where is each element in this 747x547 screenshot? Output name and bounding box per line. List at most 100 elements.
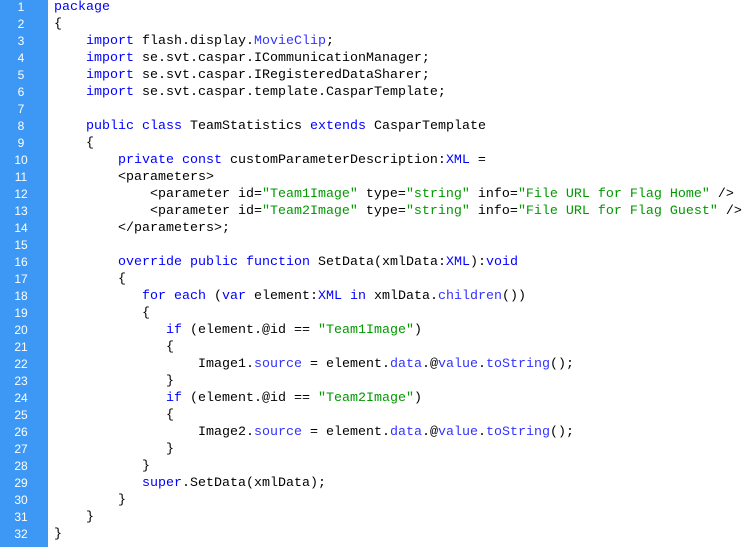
code-token: ): bbox=[469, 255, 486, 270]
line-number: 30 bbox=[14, 493, 28, 507]
code-token: value bbox=[437, 357, 478, 372]
code-line[interactable]: import se.svt.caspar.ICommunicationManag… bbox=[54, 51, 747, 68]
code-token: if bbox=[165, 323, 182, 338]
code-line[interactable] bbox=[54, 238, 747, 255]
line-number: 26 bbox=[14, 425, 28, 439]
line-number: 31 bbox=[14, 510, 28, 524]
code-token: (); bbox=[549, 357, 574, 372]
code-token: CasparTemplate bbox=[365, 119, 486, 134]
line-number: 21 bbox=[14, 340, 28, 354]
line-number: 2 bbox=[17, 17, 25, 31]
code-line[interactable]: </parameters>; bbox=[54, 221, 747, 238]
code-token: (element.@id == bbox=[181, 391, 318, 406]
code-line[interactable]: } bbox=[54, 442, 747, 459]
code-token: override public function bbox=[118, 255, 310, 270]
code-token: "Team1Image" bbox=[317, 323, 414, 338]
code-token: } bbox=[54, 527, 62, 542]
code-line[interactable] bbox=[54, 102, 747, 119]
code-line[interactable]: super.SetData(xmlData); bbox=[54, 476, 747, 493]
code-token: source bbox=[253, 425, 302, 440]
code-line[interactable]: import se.svt.caspar.template.CasparTemp… bbox=[54, 85, 747, 102]
code-line[interactable]: public class TeamStatistics extends Casp… bbox=[54, 119, 747, 136]
code-editor[interactable]: package { import flash.display.MovieClip;… bbox=[54, 0, 747, 544]
code-line[interactable]: { bbox=[54, 272, 747, 289]
code-line[interactable]: if (element.@id == "Team2Image") bbox=[54, 391, 747, 408]
code-line[interactable]: } bbox=[54, 459, 747, 476]
line-number: 28 bbox=[14, 459, 28, 473]
code-line[interactable]: private const customParameterDescription… bbox=[54, 153, 747, 170]
code-token: = element. bbox=[301, 425, 390, 440]
code-token: import bbox=[86, 85, 134, 100]
code-token: "string" bbox=[405, 187, 470, 202]
code-token: } bbox=[54, 374, 174, 389]
code-token: import bbox=[86, 34, 134, 49]
code-token: } bbox=[54, 442, 174, 457]
line-number: 15 bbox=[14, 238, 28, 252]
line-number: 10 bbox=[14, 153, 28, 167]
code-line[interactable]: <parameters> bbox=[54, 170, 747, 187]
code-token: ()) bbox=[501, 289, 526, 304]
code-line[interactable]: Image1.source = element.data.@value.toSt… bbox=[54, 357, 747, 374]
code-line[interactable]: } bbox=[54, 527, 747, 544]
code-line[interactable]: { bbox=[54, 17, 747, 34]
code-line[interactable]: for each (var element:XML in xmlData.chi… bbox=[54, 289, 747, 306]
code-token: /> bbox=[717, 204, 742, 219]
code-token: (element.@id == bbox=[181, 323, 318, 338]
line-number: 23 bbox=[14, 374, 28, 388]
code-line[interactable]: { bbox=[54, 306, 747, 323]
line-number: 29 bbox=[14, 476, 28, 490]
code-line[interactable]: import flash.display.MovieClip; bbox=[54, 34, 747, 51]
code-token: } bbox=[54, 493, 126, 508]
line-number: 11 bbox=[14, 170, 28, 184]
code-token: </parameters>; bbox=[54, 221, 230, 236]
line-number: 7 bbox=[17, 102, 25, 116]
code-token: .@ bbox=[421, 357, 438, 372]
code-line[interactable]: <parameter id="Team1Image" type="string"… bbox=[54, 187, 747, 204]
code-token: "File URL for Flag Guest" bbox=[517, 204, 718, 219]
code-line[interactable]: if (element.@id == "Team1Image") bbox=[54, 323, 747, 340]
code-token: { bbox=[54, 17, 62, 32]
code-line[interactable]: { bbox=[54, 408, 747, 425]
code-line[interactable]: import se.svt.caspar.IRegisteredDataShar… bbox=[54, 68, 747, 85]
code-token: <parameters> bbox=[54, 170, 214, 185]
code-token: info= bbox=[469, 204, 518, 219]
code-token: ( bbox=[205, 289, 222, 304]
code-line[interactable]: Image2.source = element.data.@value.toSt… bbox=[54, 425, 747, 442]
code-token: ; bbox=[325, 34, 334, 49]
code-token: data bbox=[389, 357, 422, 372]
code-line[interactable]: { bbox=[54, 340, 747, 357]
code-token: import bbox=[86, 68, 134, 83]
code-token: MovieClip bbox=[253, 34, 326, 49]
code-line[interactable]: } bbox=[54, 493, 747, 510]
code-token: { bbox=[54, 272, 126, 287]
line-number: 4 bbox=[17, 51, 25, 65]
line-number: 27 bbox=[14, 442, 28, 456]
line-number: 8 bbox=[17, 119, 25, 133]
line-number: 9 bbox=[17, 136, 25, 150]
code-line[interactable]: override public function SetData(xmlData… bbox=[54, 255, 747, 272]
code-token: void bbox=[485, 255, 518, 270]
line-number: 20 bbox=[14, 323, 28, 337]
code-token: (); bbox=[549, 425, 574, 440]
code-line[interactable]: { bbox=[54, 136, 747, 153]
line-number: 14 bbox=[14, 221, 28, 235]
code-line[interactable]: <parameter id="Team2Image" type="string"… bbox=[54, 204, 747, 221]
code-line[interactable]: package bbox=[54, 0, 747, 17]
code-token: { bbox=[54, 306, 150, 321]
code-token: } bbox=[54, 510, 94, 525]
code-token: ) bbox=[413, 391, 422, 406]
code-token: flash.display. bbox=[134, 34, 254, 49]
code-line[interactable]: } bbox=[54, 374, 747, 391]
code-token: type= bbox=[357, 204, 406, 219]
code-token: { bbox=[54, 408, 174, 423]
code-line[interactable]: } bbox=[54, 510, 747, 527]
code-token: "Team1Image" bbox=[261, 187, 358, 202]
